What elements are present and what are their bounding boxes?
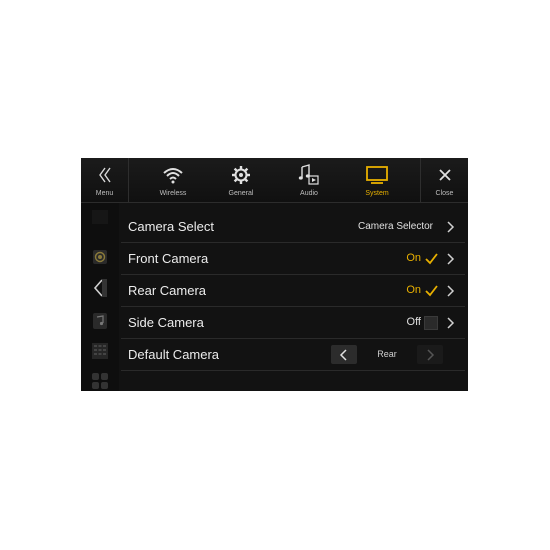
monitor-icon [343,163,411,187]
tab-system[interactable]: System [343,158,411,202]
close-button[interactable]: Close [421,158,468,202]
tab-system-label: System [365,190,389,197]
row-value: On [406,252,421,264]
close-label: Close [435,190,454,197]
tab-general-label: General [228,190,254,197]
default-camera-value: Rear [377,349,397,359]
row-label: Default Camera [128,347,220,362]
next-option-button[interactable] [417,345,443,364]
chevron-right-icon [447,253,455,265]
row-front-camera[interactable]: Front Camera On [121,243,465,275]
checkmark-icon[interactable] [425,252,438,265]
apps-grid-icon[interactable] [92,373,108,389]
wifi-icon [139,163,207,187]
back-chevron-icon[interactable] [92,279,108,297]
tab-general[interactable]: General [207,158,275,202]
row-value: Off [406,316,421,328]
checkmark-icon[interactable] [425,284,438,297]
blank-shortcut-icon[interactable] [92,209,108,225]
menu-label: Menu [95,190,114,197]
head-unit-screen: Menu Wireless General Audio System Close… [81,158,468,391]
row-label: Front Camera [128,251,209,266]
chevron-right-icon [447,317,455,329]
chevron-left-icon [339,348,347,361]
gear-icon [207,163,275,187]
phone-music-icon[interactable] [92,313,108,329]
row-value: Camera Selector [357,221,433,232]
row-side-camera[interactable]: Side Camera Off [121,307,465,339]
close-icon [421,163,468,187]
tab-audio[interactable]: Audio [275,158,343,202]
tab-audio-label: Audio [300,190,318,197]
speaker-icon[interactable] [92,249,108,265]
row-camera-select[interactable]: Camera Select Camera Selector [121,211,465,243]
chevron-right-icon [447,285,455,297]
chevron-right-icon [447,221,455,233]
chevron-right-icon [427,348,435,361]
double-chevron-left-icon [81,163,128,187]
row-label: Side Camera [128,315,204,330]
tab-wireless-label: Wireless [159,190,187,197]
row-value: On [406,284,421,296]
row-rear-camera[interactable]: Rear Camera On [121,275,465,307]
row-default-camera: Default Camera Rear [121,339,465,371]
row-label: Rear Camera [128,283,207,298]
unchecked-checkbox[interactable] [424,316,438,330]
music-note-icon [275,163,343,187]
previous-option-button[interactable] [331,345,357,364]
side-shortcut-bar [81,203,119,391]
keypad-icon[interactable] [92,343,108,359]
tab-wireless[interactable]: Wireless [139,158,207,202]
menu-button[interactable]: Menu [81,158,128,202]
row-label: Camera Select [128,219,214,234]
top-navigation-bar: Menu Wireless General Audio System Close [81,158,468,203]
